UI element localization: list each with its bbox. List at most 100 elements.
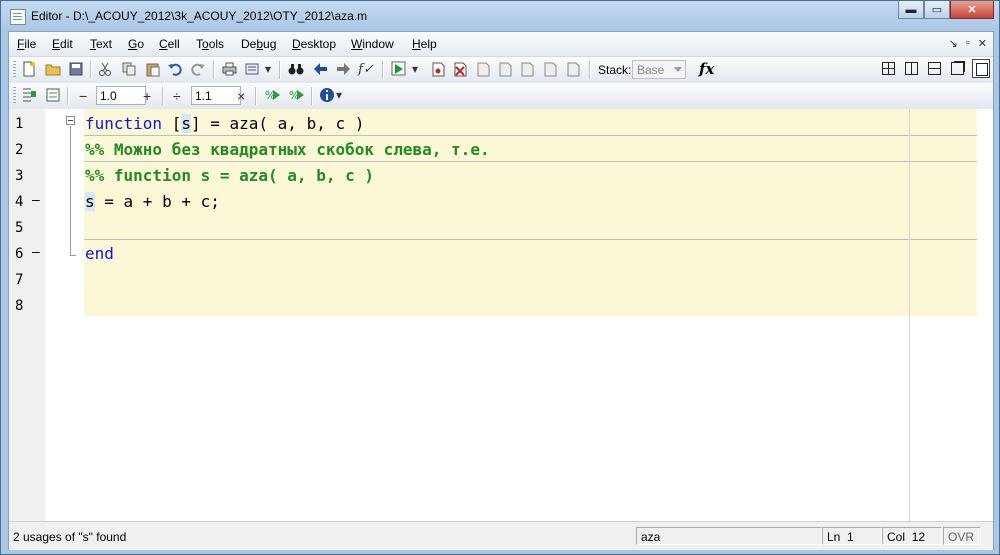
line-number: 2 bbox=[15, 142, 24, 158]
fold-toggle-icon[interactable] bbox=[66, 116, 75, 125]
top-bottom-layout-icon[interactable] bbox=[928, 62, 941, 75]
code-editor[interactable]: 1 2 3 4 5 6 7 8 — — function [s] = aza( … bbox=[9, 109, 993, 521]
publish-icon[interactable] bbox=[245, 61, 261, 77]
run-icon[interactable] bbox=[391, 61, 407, 77]
increment-value-input[interactable] bbox=[96, 86, 146, 105]
line-number: 3 bbox=[15, 168, 24, 184]
menu-cell[interactable]: Cell bbox=[159, 37, 180, 51]
toolbar-grip[interactable] bbox=[13, 61, 16, 79]
cell-toggle-icon[interactable] bbox=[45, 87, 61, 103]
run-dropdown-icon[interactable]: ▾ bbox=[410, 61, 420, 77]
stack-select[interactable]: Base bbox=[632, 60, 686, 79]
increment-button[interactable]: + bbox=[143, 88, 151, 104]
exit-debug-icon[interactable] bbox=[565, 61, 581, 77]
fx-icon[interactable]: fx bbox=[699, 60, 714, 78]
undock-icon[interactable]: ↘ bbox=[949, 37, 958, 50]
title-bar[interactable]: Editor - D:\_ACOUY_2012\3k_ACOUY_2012\OT… bbox=[1, 1, 999, 31]
menu-debug[interactable]: Debug bbox=[241, 37, 276, 51]
forward-arrow-icon[interactable] bbox=[335, 61, 351, 77]
menu-edit[interactable]: Edit bbox=[52, 37, 73, 51]
menu-desktop[interactable]: Desktop bbox=[292, 37, 336, 51]
cut-icon[interactable] bbox=[97, 61, 113, 77]
status-ovr: OVR bbox=[943, 527, 981, 545]
col-label: Col bbox=[887, 530, 906, 544]
continue-icon[interactable] bbox=[542, 61, 558, 77]
breakpoint-dash[interactable]: — bbox=[32, 245, 40, 260]
maximize-layout-icon[interactable] bbox=[972, 59, 990, 78]
line-number-gutter: 1 2 3 4 5 6 7 8 — — bbox=[9, 109, 45, 521]
step-in-icon[interactable] bbox=[497, 61, 513, 77]
toolbar-grip[interactable] bbox=[13, 87, 16, 105]
menu-file[interactable]: File bbox=[17, 37, 36, 51]
scale-value-input[interactable] bbox=[191, 86, 241, 105]
menu-window[interactable]: Window bbox=[351, 37, 394, 51]
left-right-layout-icon[interactable] bbox=[905, 62, 918, 75]
menu-tools[interactable]: Tools bbox=[196, 37, 224, 51]
decrement-button[interactable]: − bbox=[79, 88, 87, 104]
code-line-3[interactable]: %% function s = aza( a, b, c ) bbox=[85, 166, 374, 185]
close-doc-icon[interactable]: ✕ bbox=[978, 37, 987, 50]
redo-icon[interactable] bbox=[190, 61, 206, 77]
menu-text[interactable]: Text bbox=[90, 37, 112, 51]
multiply-button[interactable]: × bbox=[237, 88, 245, 104]
status-line: Ln 1 bbox=[822, 527, 882, 545]
find-binoculars-icon[interactable] bbox=[288, 61, 304, 77]
toolbar-separator bbox=[382, 61, 383, 79]
right-margin-line bbox=[909, 109, 910, 521]
new-file-icon[interactable] bbox=[21, 61, 37, 77]
code-line-4[interactable]: s = a + b + c; bbox=[85, 192, 220, 211]
chevron-down-icon bbox=[674, 67, 682, 72]
undo-icon[interactable] bbox=[167, 61, 183, 77]
line-number: 6 bbox=[15, 246, 24, 262]
code-text: [ bbox=[162, 114, 182, 133]
code-line-2[interactable]: %% Можно без квадратных скобок слева, т.… bbox=[85, 140, 490, 159]
publish-dropdown-icon[interactable]: ▾ bbox=[263, 61, 273, 77]
menu-go[interactable]: Go bbox=[128, 37, 144, 51]
fold-guide-end bbox=[70, 255, 76, 256]
maximize-button[interactable]: ▭ bbox=[924, 1, 950, 19]
restore-doc-icon[interactable]: ▫ bbox=[966, 37, 970, 50]
info-icon[interactable] bbox=[319, 87, 335, 103]
cell-divider bbox=[84, 135, 977, 136]
close-button[interactable]: ✕ bbox=[950, 1, 994, 19]
col-value: 12 bbox=[911, 530, 926, 544]
float-layout-icon[interactable] bbox=[951, 62, 964, 75]
status-bar: 2 usages of "s" found aza Ln 1 Col 12 OV… bbox=[9, 521, 993, 550]
line-number: 8 bbox=[15, 298, 24, 314]
editor-client: File Edit Text Go Cell Tools Debug Deskt… bbox=[8, 31, 994, 550]
tile-layout-icon[interactable] bbox=[882, 62, 895, 75]
set-breakpoint-icon[interactable] bbox=[430, 61, 446, 77]
editor-window: Editor - D:\_ACOUY_2012\3k_ACOUY_2012\OT… bbox=[0, 0, 1000, 555]
save-icon[interactable] bbox=[68, 61, 84, 77]
code-line-6[interactable]: end bbox=[85, 244, 114, 263]
menu-help[interactable]: Help bbox=[412, 37, 437, 51]
print-icon[interactable] bbox=[221, 61, 237, 77]
editor-app-icon bbox=[10, 9, 26, 25]
stack-label: Stack: bbox=[598, 63, 632, 77]
back-arrow-icon[interactable] bbox=[312, 61, 328, 77]
menu-right-controls: ↘ ▫ ✕ bbox=[949, 37, 987, 50]
divide-button[interactable]: ÷ bbox=[173, 88, 181, 104]
insert-cell-break-icon[interactable] bbox=[21, 87, 37, 103]
open-folder-icon[interactable] bbox=[45, 61, 61, 77]
function-browser-icon[interactable]: f✓ bbox=[358, 61, 374, 77]
evaluate-cell-advance-icon[interactable]: % bbox=[288, 87, 304, 103]
step-icon[interactable] bbox=[475, 61, 491, 77]
minimize-button[interactable]: ▬ bbox=[898, 1, 924, 19]
maximize-inner-frame bbox=[976, 63, 988, 76]
code-text: ] = aza( a, b, c ) bbox=[190, 114, 365, 133]
step-out-icon[interactable] bbox=[519, 61, 535, 77]
copy-icon[interactable] bbox=[121, 61, 137, 77]
paste-icon[interactable] bbox=[145, 61, 161, 77]
line-number: 5 bbox=[15, 220, 24, 236]
breakpoint-dash[interactable]: — bbox=[32, 193, 40, 208]
toolbar-separator bbox=[90, 61, 91, 79]
status-column: Col 12 bbox=[882, 527, 942, 545]
toolbar-separator bbox=[279, 61, 280, 79]
cell-divider bbox=[84, 161, 977, 162]
code-line-1[interactable]: function [s] = aza( a, b, c ) bbox=[85, 114, 364, 133]
info-dropdown-icon[interactable]: ▾ bbox=[335, 87, 343, 103]
evaluate-cell-icon[interactable]: % bbox=[264, 87, 280, 103]
clear-breakpoints-icon[interactable] bbox=[452, 61, 468, 77]
main-toolbar: ▾ f✓ ▾ Stack: Base fx bbox=[9, 57, 993, 84]
